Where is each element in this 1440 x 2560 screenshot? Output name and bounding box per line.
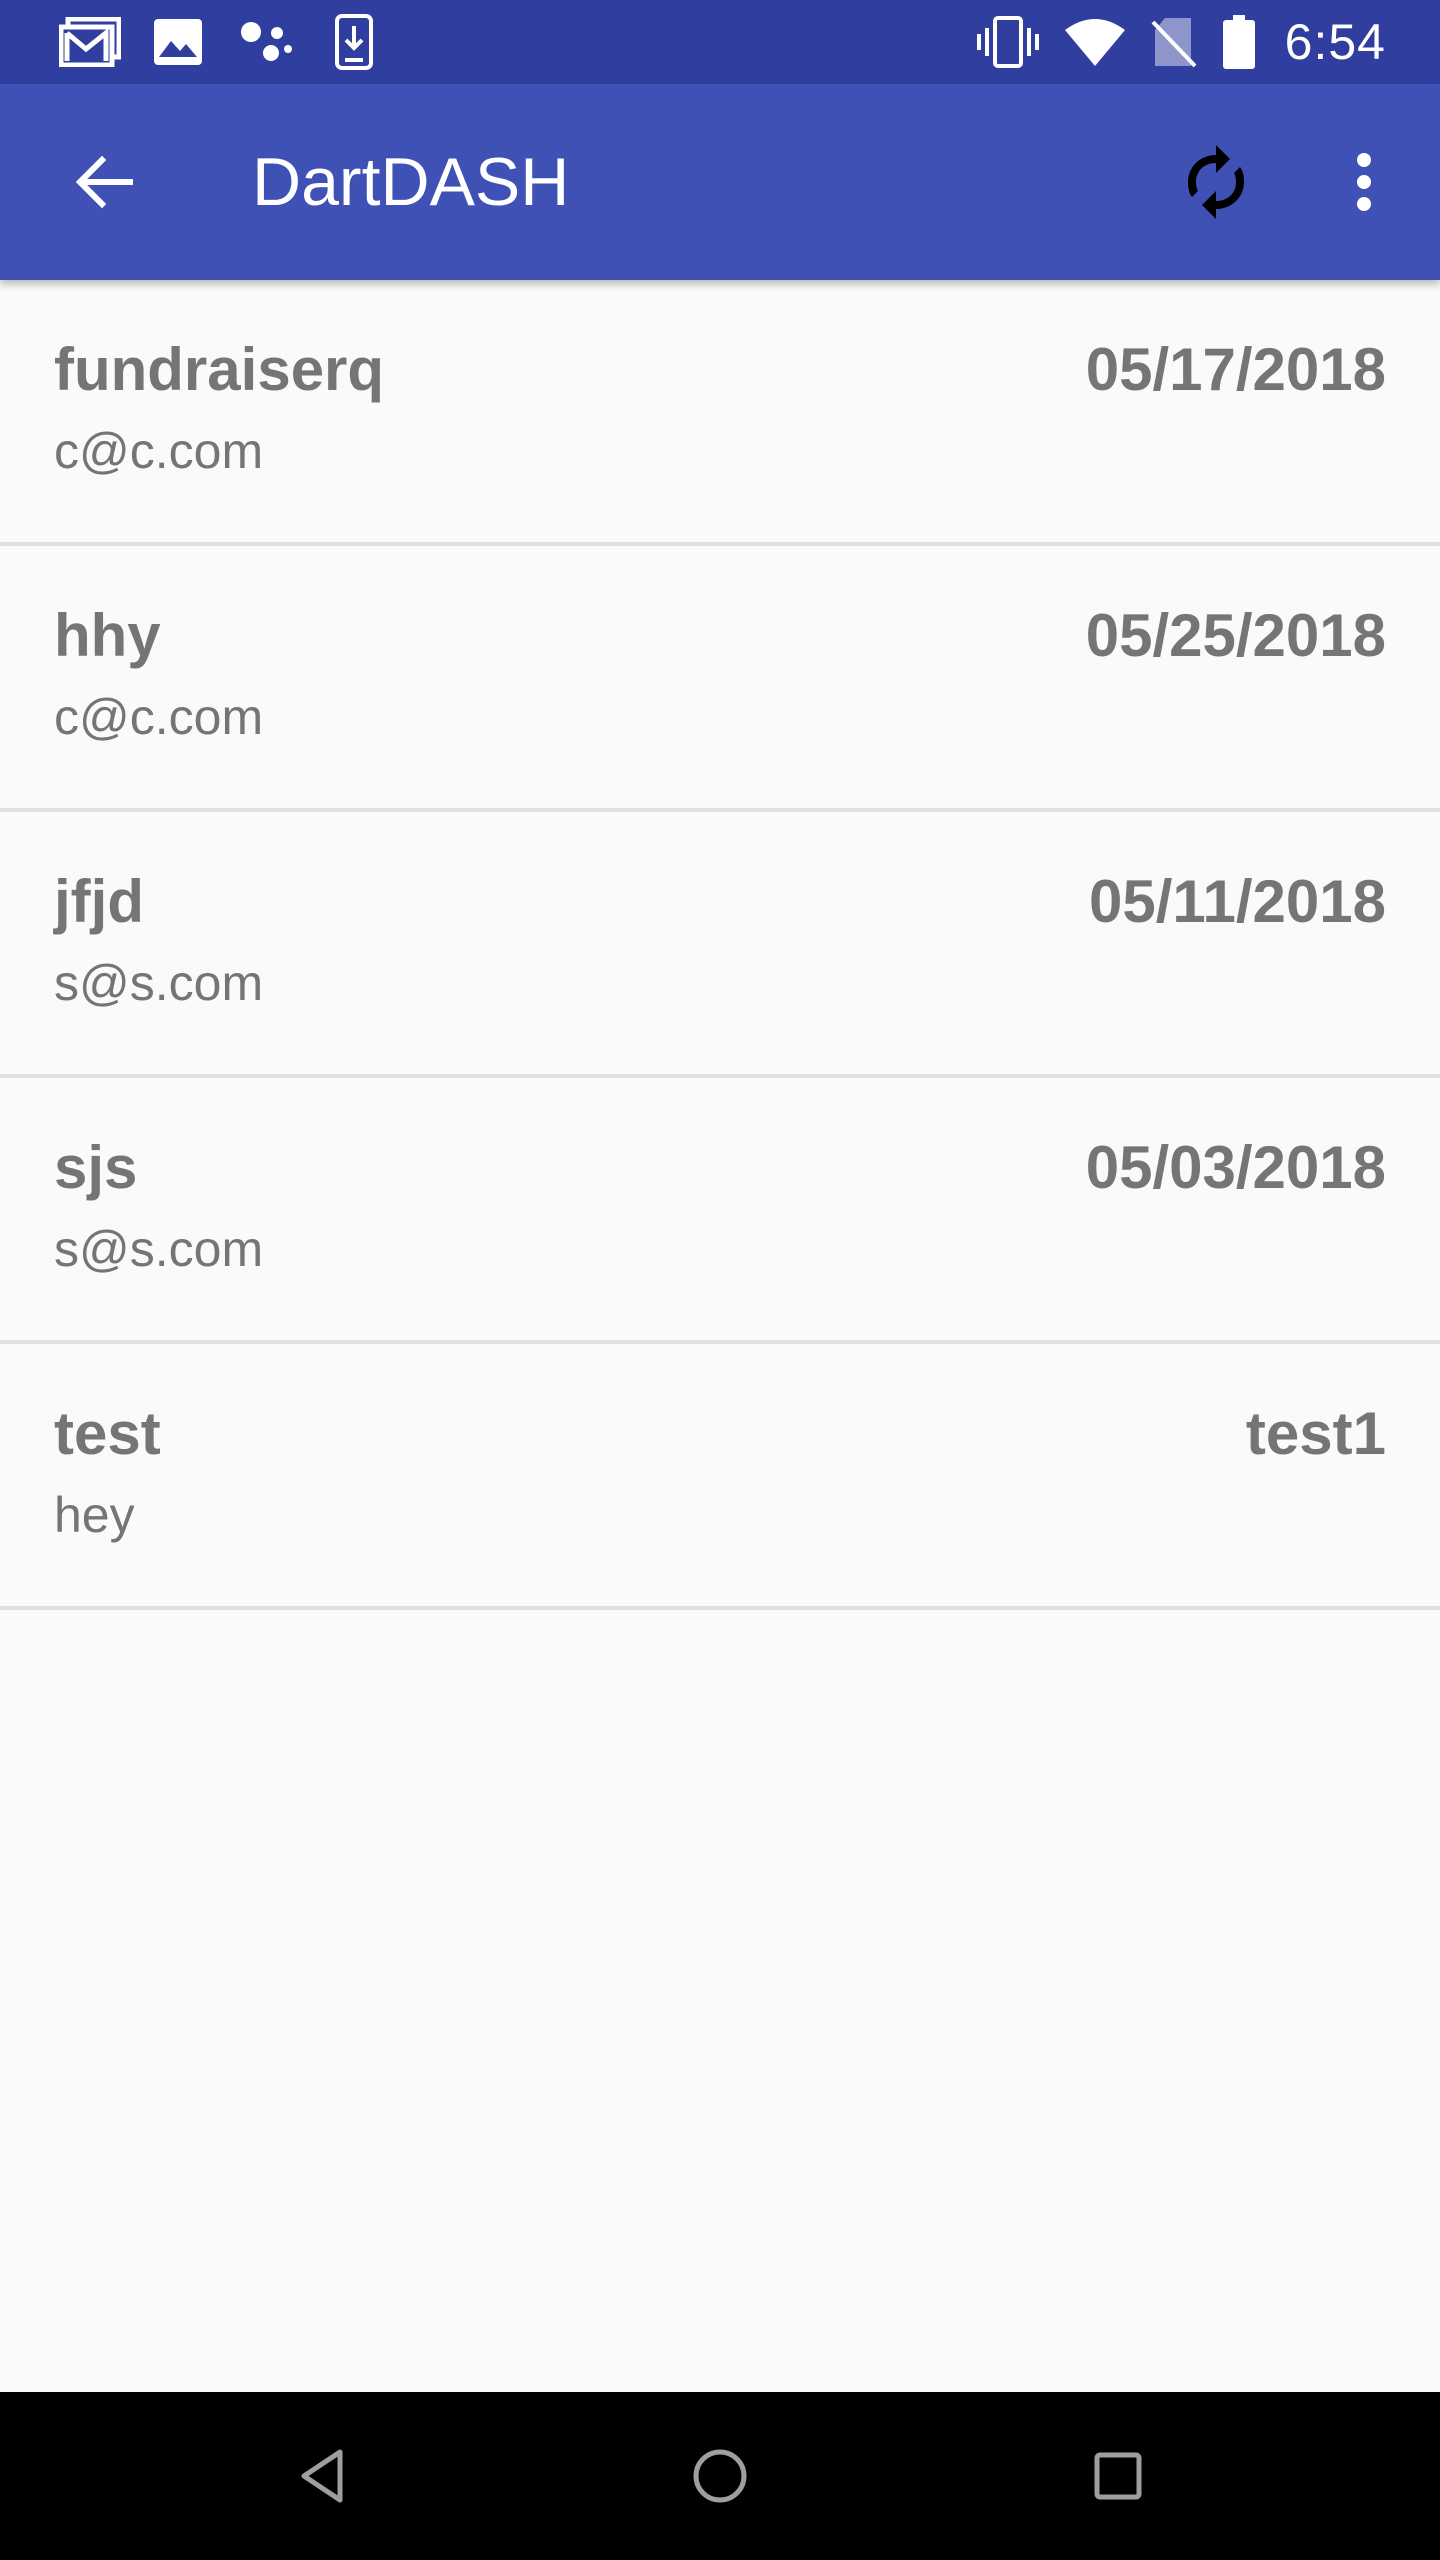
recents-nav-button[interactable] <box>1068 2426 1168 2526</box>
status-clock: 6:54 <box>1284 14 1386 70</box>
more-vert-icon <box>1357 153 1371 211</box>
battery-icon <box>1222 12 1255 72</box>
back-button[interactable] <box>52 130 156 234</box>
no-sim-icon <box>1151 12 1197 72</box>
refresh-button[interactable] <box>1164 130 1268 234</box>
item-email: c@c.com <box>54 423 264 479</box>
back-nav-button[interactable] <box>272 2426 372 2526</box>
item-email: s@s.com <box>54 955 264 1011</box>
recents-nav-icon <box>1094 2452 1142 2500</box>
home-nav-icon <box>693 2449 747 2503</box>
sync-icon <box>1188 145 1244 219</box>
back-nav-icon <box>301 2449 343 2503</box>
assistant-icon <box>234 12 298 72</box>
item-name: sjs <box>54 1134 138 1201</box>
item-name: hhy <box>54 602 161 669</box>
item-email: s@s.com <box>54 1221 264 1277</box>
item-date: 05/11/2018 <box>1089 868 1386 935</box>
item-name: jfjd <box>54 868 144 935</box>
list-item[interactable]: jfjd s@s.com 05/11/2018 <box>0 812 1440 1078</box>
page-title: DartDASH <box>252 144 570 220</box>
list-item[interactable]: test hey test1 <box>0 1344 1440 1610</box>
list-item[interactable]: fundraiserq c@c.com 05/17/2018 <box>0 280 1440 546</box>
wifi-icon <box>1064 12 1125 72</box>
navigation-bar <box>0 2392 1440 2560</box>
item-email: hey <box>54 1487 135 1543</box>
app-bar: DartDASH <box>0 84 1440 280</box>
item-name: fundraiserq <box>54 336 385 403</box>
item-email: c@c.com <box>54 689 264 745</box>
item-date: 05/03/2018 <box>1085 1134 1386 1201</box>
notification-icons <box>58 12 410 72</box>
item-date: test1 <box>1245 1400 1386 1467</box>
item-date: 05/17/2018 <box>1085 336 1386 403</box>
item-list: fundraiserq c@c.com 05/17/2018 hhy c@c.c… <box>0 280 1440 1610</box>
item-name: test <box>54 1400 161 1467</box>
list-item[interactable]: sjs s@s.com 05/03/2018 <box>0 1078 1440 1344</box>
gmail-icon <box>58 12 122 72</box>
download-icon <box>322 12 386 72</box>
item-date: 05/25/2018 <box>1085 602 1386 669</box>
list-item[interactable]: hhy c@c.com 05/25/2018 <box>0 546 1440 812</box>
system-icons: 6:54 <box>951 12 1386 72</box>
arrow-back-icon <box>75 155 133 209</box>
overflow-menu-button[interactable] <box>1312 130 1416 234</box>
home-nav-button[interactable] <box>670 2426 770 2526</box>
status-bar: 6:54 <box>0 0 1440 84</box>
image-icon <box>146 12 210 72</box>
vibrate-icon <box>976 12 1039 72</box>
